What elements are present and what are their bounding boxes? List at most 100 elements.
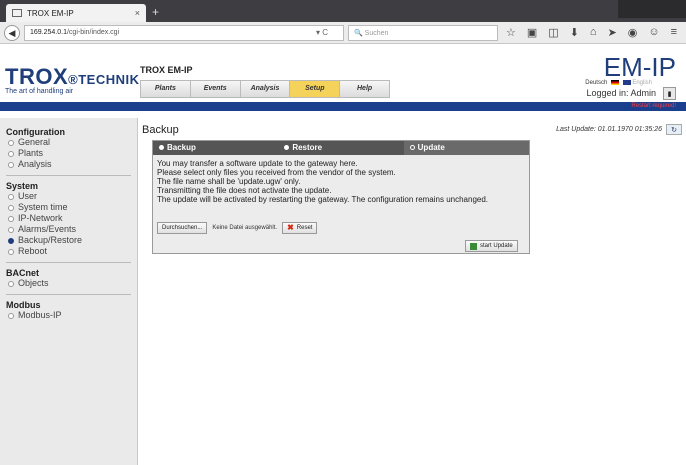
reset-button[interactable]: ✖ Reset: [282, 222, 318, 234]
sidebar-item-plants[interactable]: Plants: [6, 148, 131, 159]
download-icon[interactable]: ⬇: [570, 26, 579, 39]
sidebar-section-bacnet: BACnet: [6, 268, 39, 278]
sidebar: Configuration General Plants Analysis Sy…: [0, 118, 138, 465]
browser-tab-title: TROX EM-IP: [27, 8, 74, 18]
close-tab-icon[interactable]: ×: [135, 8, 140, 18]
hello-icon[interactable]: ◉: [628, 26, 638, 39]
reset-icon: ✖: [287, 223, 294, 232]
sidebar-item-label: General: [18, 137, 51, 147]
brand-name: TROX: [5, 64, 69, 89]
last-update: Last Update: 01.01.1970 01:35:26: [556, 126, 662, 133]
sidebar-item-label: Alarms/Events: [18, 224, 77, 234]
bookmark-star-icon[interactable]: ☆: [506, 26, 516, 39]
file-actions: Durchsuchen... Keine Datei ausgewählt. ✖…: [157, 222, 318, 234]
tab-backup[interactable]: Backup: [153, 141, 278, 155]
sidebar-item-alarms-events[interactable]: Alarms/Events: [6, 224, 131, 235]
radio-icon: [8, 204, 14, 211]
sidebar-item-label: Modbus-IP: [18, 310, 62, 320]
update-info-text: You may transfer a software update to th…: [153, 155, 529, 204]
sidebar-item-objects[interactable]: Objects: [6, 278, 131, 289]
radio-icon: [8, 215, 14, 222]
product-logo: EM-IP: [603, 52, 676, 82]
tab-restore[interactable]: Restore: [278, 141, 403, 155]
tab-label: Update: [417, 143, 445, 152]
back-button[interactable]: ◀: [4, 25, 20, 41]
home-icon[interactable]: ⌂: [590, 26, 597, 39]
radio-icon: [8, 139, 14, 146]
nav-help[interactable]: Help: [340, 81, 389, 97]
menu-icon[interactable]: ≡: [671, 26, 677, 39]
sidebar-section-modbus: Modbus: [6, 300, 41, 310]
emoji-icon[interactable]: ☺: [648, 26, 659, 39]
sidebar-item-label: Objects: [18, 278, 49, 288]
sidebar-item-ip-network[interactable]: IP-Network: [6, 213, 131, 224]
browser-tab[interactable]: TROX EM-IP ×: [6, 4, 146, 22]
nav-events[interactable]: Events: [191, 81, 241, 97]
search-placeholder: Suchen: [364, 30, 389, 37]
window-controls[interactable]: [618, 0, 686, 18]
toolbar-icons: ☆ ▣ ◫ ⬇ ⌂ ➤ ◉ ☺ ≡: [506, 26, 677, 39]
logout-icon[interactable]: ▮: [663, 87, 676, 100]
radio-icon: [284, 145, 290, 151]
start-update-label: start Update: [480, 243, 513, 249]
info-line: Transmitting the file does not activate …: [157, 186, 332, 195]
info-line: You may transfer a software update to th…: [157, 159, 358, 168]
logged-in-status: Logged in: Admin: [586, 88, 656, 98]
send-icon[interactable]: ➤: [608, 26, 617, 39]
page-title: Backup: [142, 124, 179, 136]
radio-icon: [8, 280, 14, 287]
search-input[interactable]: 🔍 Suchen: [348, 25, 498, 41]
reset-label: Reset: [296, 225, 313, 231]
radio-selected-icon: [8, 237, 14, 244]
info-line: Please select only files you received fr…: [157, 168, 396, 177]
radio-icon: [409, 145, 415, 151]
radio-icon: [8, 161, 14, 168]
info-line: The update will be activated by restarti…: [157, 195, 489, 204]
nav-analysis[interactable]: Analysis: [241, 81, 291, 97]
language-selector[interactable]: Deutsch English: [585, 80, 652, 86]
favicon-icon: [12, 9, 22, 17]
sidebar-section-configuration: Configuration: [6, 127, 65, 137]
url-host: 169.254.0.1: [30, 29, 67, 36]
language-deutsch[interactable]: Deutsch: [585, 80, 607, 86]
file-status: Keine Datei ausgewählt.: [212, 225, 278, 231]
url-path: /cgi-bin/index.cgi: [66, 29, 120, 36]
nav-plants[interactable]: Plants: [141, 81, 191, 97]
start-update-button[interactable]: start Update: [465, 240, 518, 252]
uk-flag-icon[interactable]: [622, 80, 631, 85]
german-flag-icon[interactable]: [610, 80, 619, 85]
sidebar-item-label: Analysis: [18, 159, 52, 169]
main-content: Backup Last Update: 01.01.1970 01:35:26 …: [142, 118, 682, 465]
sidebar-item-backup-restore[interactable]: Backup/Restore: [6, 235, 131, 246]
tab-update[interactable]: Update: [403, 141, 529, 155]
sidebar-item-analysis[interactable]: Analysis: [6, 159, 131, 170]
sidebar-item-label: Reboot: [18, 246, 48, 256]
radio-icon: [8, 193, 14, 200]
refresh-button[interactable]: ↻: [666, 124, 682, 135]
nav-setup[interactable]: Setup: [290, 81, 341, 97]
browse-button[interactable]: Durchsuchen...: [157, 222, 208, 234]
browser-tab-bar: TROX EM-IP × +: [0, 0, 686, 22]
sidebar-section-system: System: [6, 181, 39, 191]
save-icon: [470, 242, 477, 250]
sidebar-item-label: Backup/Restore: [18, 235, 83, 245]
language-english[interactable]: English: [632, 80, 652, 86]
tab-label: Restore: [292, 143, 323, 152]
clipboard-icon[interactable]: ▣: [527, 26, 537, 39]
radio-icon: [8, 150, 14, 157]
sidebar-item-reboot[interactable]: Reboot: [6, 246, 131, 257]
header-bar: [0, 102, 686, 111]
sidebar-item-label: IP-Network: [18, 213, 63, 223]
sidebar-item-system-time[interactable]: System time: [6, 202, 131, 213]
sidebar-item-general[interactable]: General: [6, 137, 131, 148]
sidebar-item-modbus-ip[interactable]: Modbus-IP: [6, 310, 131, 321]
tab-label: Backup: [167, 143, 196, 152]
reload-icon[interactable]: ▾ C: [316, 28, 328, 37]
url-bar[interactable]: 169.254.0.1/cgi-bin/index.cgi: [24, 25, 344, 41]
pocket-icon[interactable]: ◫: [548, 26, 558, 39]
sidebar-item-user[interactable]: User: [6, 191, 131, 202]
panel-tabs: Backup Restore Update: [153, 141, 529, 155]
radio-icon: [8, 248, 14, 255]
new-tab-button[interactable]: +: [152, 5, 159, 19]
radio-icon: [159, 145, 164, 151]
